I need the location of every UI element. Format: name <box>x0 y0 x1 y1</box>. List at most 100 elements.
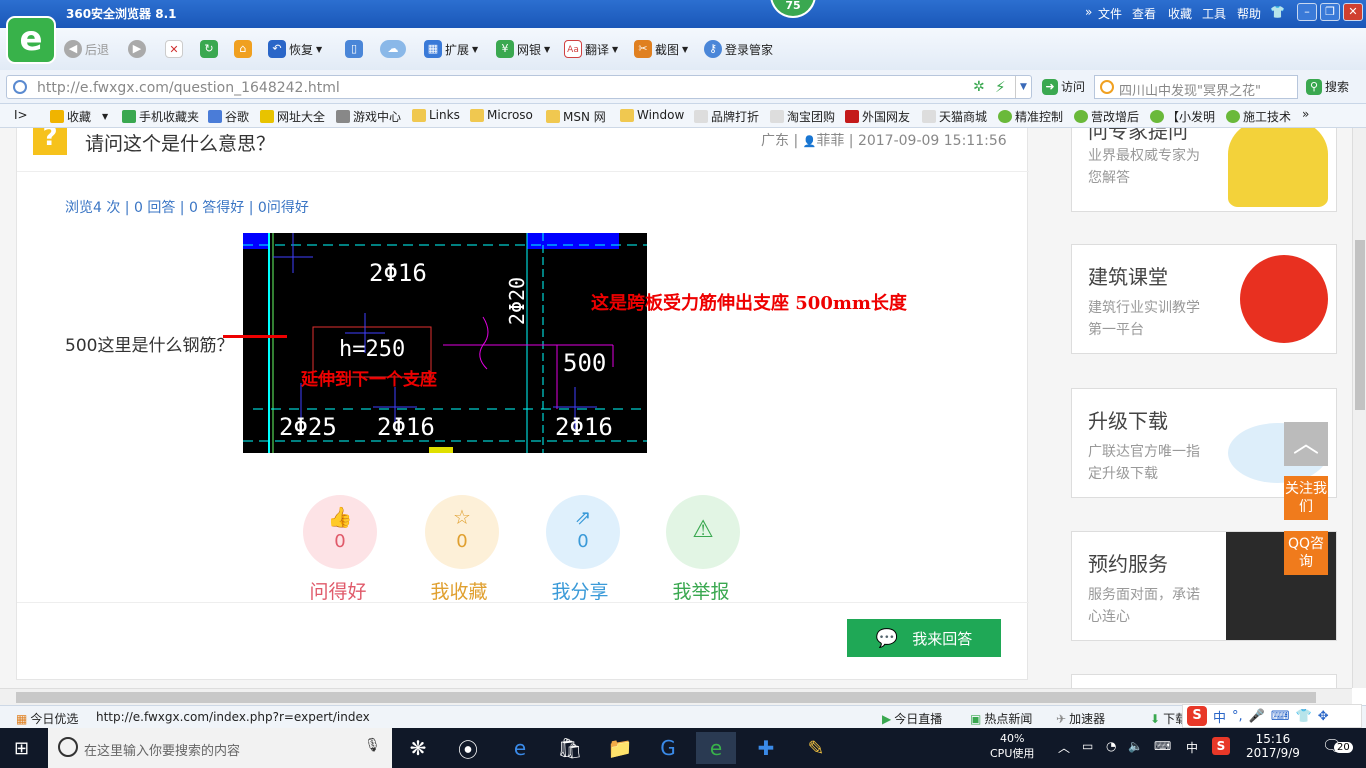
fav-item[interactable]: 收藏 ▼ <box>50 108 108 125</box>
ime-indicator[interactable]: 中 <box>1186 739 1198 756</box>
clock[interactable]: 15:16 2017/9/9 <box>1246 732 1300 760</box>
author-link[interactable]: 菲菲 <box>816 133 844 149</box>
fav-item[interactable]: 游戏中心 <box>336 108 401 125</box>
maximize-button[interactable]: ❐ <box>1320 3 1340 21</box>
stop-button[interactable]: ✕ <box>165 40 183 58</box>
volume-icon[interactable]: 🔈 <box>1128 739 1143 753</box>
accelerator[interactable]: ✈ 加速器 <box>1056 710 1105 727</box>
cloud-button[interactable]: ☁ <box>380 40 406 58</box>
fav-item[interactable]: 天猫商城 <box>922 108 987 125</box>
fav-item[interactable]: 网址大全 <box>260 108 325 125</box>
report-button[interactable]: ⚠ <box>666 495 740 569</box>
store-icon[interactable]: 🛍 <box>550 732 590 764</box>
report-label[interactable]: 我举报 <box>656 577 746 604</box>
taskview-icon[interactable]: ❋ <box>398 732 438 764</box>
spiral-app-icon[interactable]: ⦿ <box>448 732 488 764</box>
edge-icon[interactable]: e <box>500 732 540 764</box>
mic-icon[interactable]: 🎙 <box>364 738 381 753</box>
gyi-app-icon[interactable]: G <box>648 732 688 764</box>
double-chevron-icon[interactable]: » <box>1085 5 1092 19</box>
back-button[interactable]: ◀ 后退 <box>64 40 109 58</box>
login-manager-button[interactable]: ⚷ 登录管家 <box>704 40 773 58</box>
fav-item[interactable]: MSN 网 <box>546 108 606 125</box>
url-text[interactable]: http://e.fwxgx.com/question_1648242.html <box>37 80 340 96</box>
search-input[interactable]: 四川山中发现"冥界之花" <box>1119 80 1261 99</box>
netbank-button[interactable]: ¥ 网银 ▼ <box>496 40 550 58</box>
share-button[interactable]: ⇗ 0 <box>546 495 620 569</box>
close-button[interactable]: ✕ <box>1343 3 1363 21</box>
taskbar-search-input[interactable]: 在这里输入你要搜索的内容 <box>84 740 240 759</box>
hot-news[interactable]: ▣ 热点新闻 <box>970 710 1032 727</box>
menu-view[interactable]: 查看 <box>1132 5 1156 22</box>
url-field[interactable]: http://e.fwxgx.com/question_1648242.html… <box>6 75 1032 99</box>
share-label[interactable]: 我分享 <box>535 577 625 604</box>
shirt-icon[interactable]: 👕 <box>1270 5 1285 19</box>
vertical-scrollbar[interactable] <box>1352 128 1366 688</box>
search-box[interactable]: 四川山中发现"冥界之花" <box>1094 75 1298 99</box>
more-favorites-icon[interactable]: » <box>1302 107 1309 121</box>
scroll-thumb[interactable] <box>16 692 1316 703</box>
notes-app-icon[interactable]: ✎ <box>796 732 836 764</box>
back-to-top-icon[interactable]: ︿ <box>1284 422 1328 466</box>
extend-button[interactable]: ▦ 扩展 ▼ <box>424 40 478 58</box>
search-button[interactable]: ⚲ 搜索 <box>1306 78 1349 95</box>
horizontal-scrollbar[interactable] <box>0 688 1352 705</box>
refresh-button[interactable]: ↻ <box>200 40 218 58</box>
cpu-meter[interactable]: 40% CPU使用 <box>990 732 1034 761</box>
like-button[interactable]: 👍 0 <box>303 495 377 569</box>
sogou-tray-icon[interactable]: S <box>1212 737 1230 755</box>
go-button[interactable]: ➜ 访问 <box>1042 78 1085 95</box>
fav-item[interactable]: 营改增后 <box>1074 108 1139 125</box>
like-label[interactable]: 问得好 <box>293 577 383 604</box>
restore-button[interactable]: ↶ 恢复 ▼ <box>268 40 322 58</box>
menu-favorites[interactable]: 收藏 <box>1168 5 1192 22</box>
sidebar-toggle-icon[interactable]: I> <box>14 108 28 122</box>
fav-item[interactable]: 淘宝团购 <box>770 108 835 125</box>
screenshot-button[interactable]: ✂ 截图 ▼ <box>634 40 688 58</box>
favorite-label[interactable]: 我收藏 <box>414 577 504 604</box>
plus-app-icon[interactable]: ✚ <box>746 732 786 764</box>
translate-button[interactable]: Aa 翻译 ▼ <box>564 40 618 58</box>
sidebar-card-more[interactable] <box>1071 674 1337 688</box>
tray-chevron-icon[interactable]: ︿ <box>1058 739 1070 756</box>
sidebar-card-course[interactable]: 建筑课堂 建筑行业实训教学第一平台 <box>1071 244 1337 354</box>
file-explorer-icon[interactable]: 📁 <box>600 732 640 764</box>
today-live[interactable]: ▶ 今日直播 <box>882 710 942 727</box>
star-icon <box>50 110 64 123</box>
cad-drawing-image[interactable]: 2Φ16 2Φ20 h=250 500 2Φ25 2Φ16 2Φ16 延伸到下一… <box>243 233 647 453</box>
qq-consult-button[interactable]: QQ咨询 <box>1284 531 1328 575</box>
home-button[interactable]: ⌂ <box>234 40 252 58</box>
lightning-icon[interactable]: ⚡ <box>995 78 1006 96</box>
fav-item[interactable]: 手机收藏夹 <box>122 108 199 125</box>
favorite-button[interactable]: ☆ 0 <box>425 495 499 569</box>
answer-button[interactable]: 💬 我来回答 <box>847 619 1001 657</box>
fav-item[interactable]: 精准控制 <box>998 108 1063 125</box>
menu-file[interactable]: 文件 <box>1098 5 1122 22</box>
minimize-button[interactable]: – <box>1297 3 1317 21</box>
menu-help[interactable]: 帮助 <box>1237 5 1261 22</box>
wifi-icon[interactable]: ◔ <box>1106 739 1116 753</box>
fav-item[interactable]: Window <box>620 108 684 122</box>
browser-360-taskbar-icon[interactable]: e <box>696 732 736 764</box>
fav-item[interactable]: Microso <box>470 108 533 122</box>
fav-item[interactable]: 外国网友 <box>845 108 910 125</box>
scroll-thumb[interactable] <box>1355 240 1365 410</box>
phone-button[interactable]: ▯ <box>345 40 363 58</box>
fav-item[interactable]: 谷歌 <box>208 108 249 125</box>
battery-icon[interactable]: ▭ <box>1082 739 1093 753</box>
follow-us-button[interactable]: 关注我们 <box>1284 476 1328 520</box>
fav-item[interactable]: Links <box>412 108 460 122</box>
sidebar-card-ask-expert[interactable]: 问专家提问 业界最权威专家为您解答 <box>1071 128 1337 212</box>
today-picks[interactable]: ▦ 今日优选 <box>16 710 78 727</box>
taskbar-search[interactable]: 在这里输入你要搜索的内容 🎙 <box>48 728 392 768</box>
fav-item[interactable]: 【小发明 <box>1150 108 1215 125</box>
browser-logo-icon[interactable]: e <box>6 16 56 64</box>
url-dropdown-icon[interactable]: ▼ <box>1015 76 1031 98</box>
fav-item[interactable]: 品牌打折 <box>694 108 759 125</box>
fav-item[interactable]: 施工技术 <box>1226 108 1291 125</box>
ime-toolbar[interactable]: S 中 °, 🎤 ⌨ 👕 ✥ <box>1182 704 1362 728</box>
windows-start-icon[interactable]: ⊞ <box>14 738 29 759</box>
forward-button[interactable]: ▶ <box>128 40 146 58</box>
menu-tools[interactable]: 工具 <box>1202 5 1226 22</box>
keyboard-icon[interactable]: ⌨ <box>1154 739 1171 753</box>
